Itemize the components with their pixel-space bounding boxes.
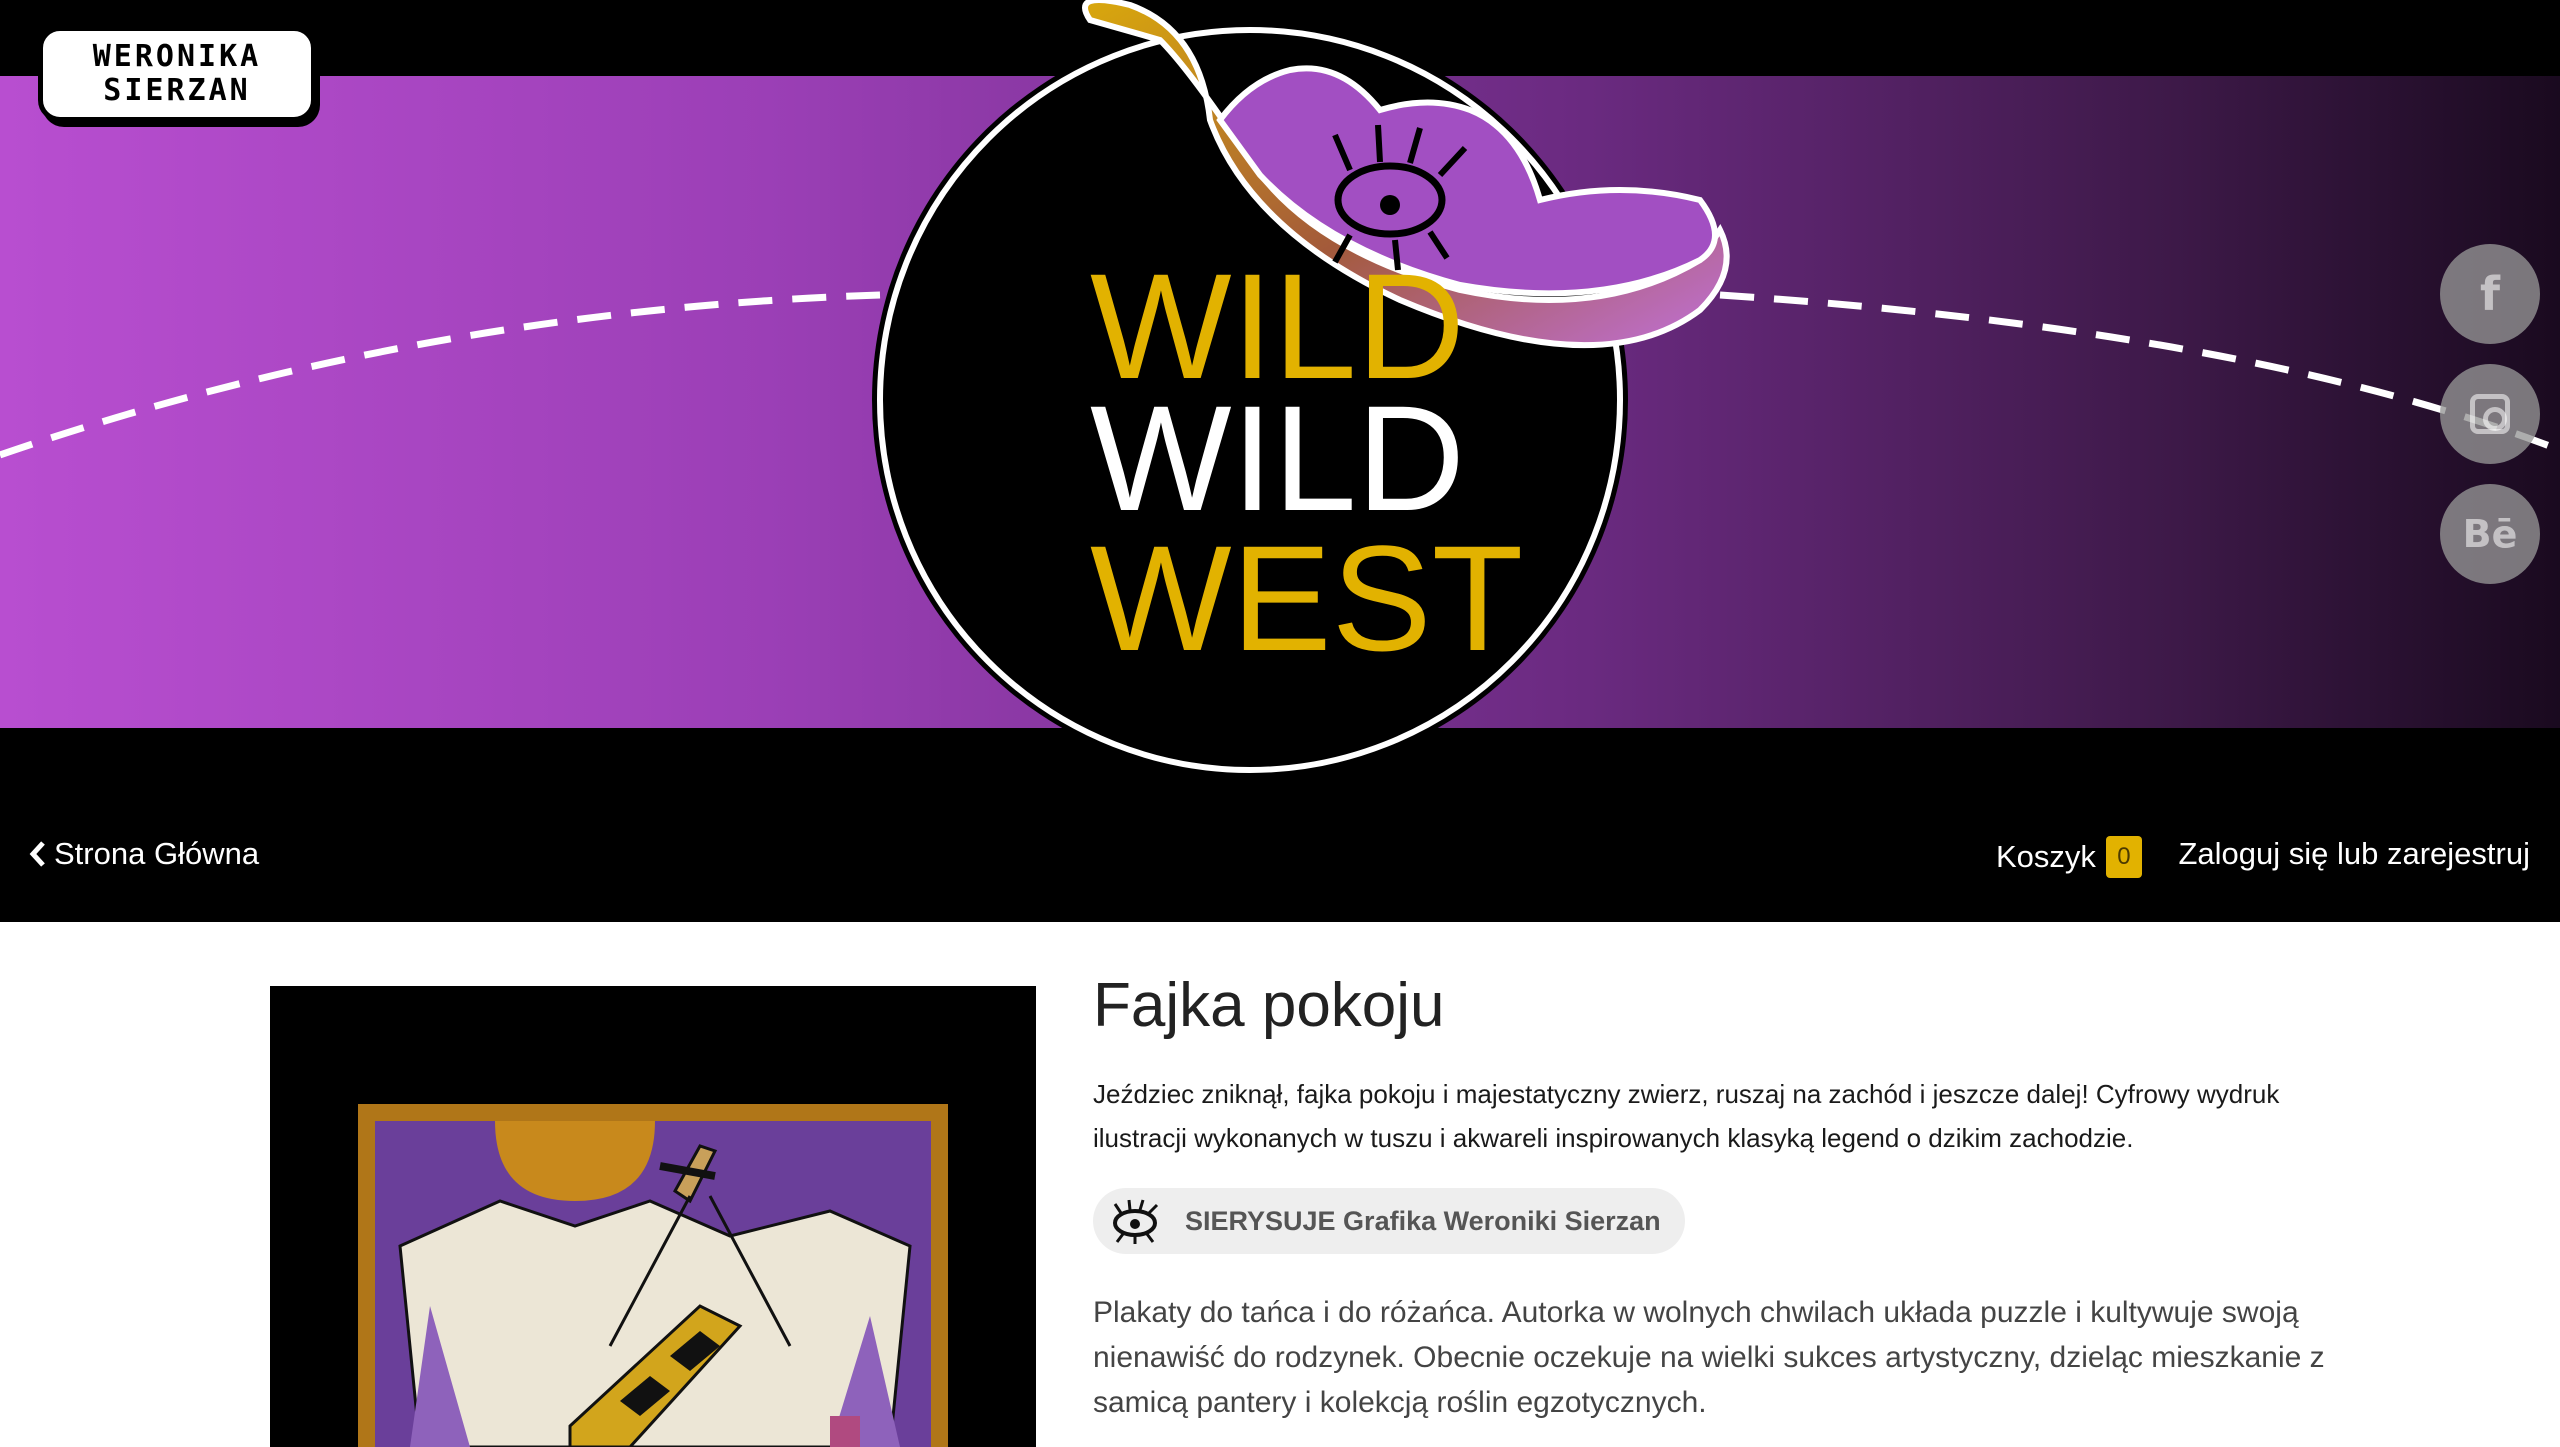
hero-banner: WILD WILD WEST WERONIKA SIERZAN f Bē Str… [0,0,2560,922]
behance-button[interactable]: Bē [2440,484,2540,584]
seller-link[interactable]: SIERYSUJE Grafika Weroniki Sierzan [1093,1188,1685,1254]
instagram-icon [2470,394,2510,434]
hero-title-line3: WEST [1090,514,1523,682]
product-bio: Plakaty do tańca i do różańca. Autorka w… [1093,1296,2325,1419]
chevron-left-icon [29,841,45,867]
cart-count-badge: 0 [2105,836,2142,878]
brand-logo[interactable]: WERONIKA SIERZAN [38,26,316,122]
cart-link[interactable]: Koszyk 0 [1996,836,2142,878]
brand-logo-line2: SIERZAN [103,73,251,108]
top-nav: Strona Główna Koszyk 0 Zaloguj się lub z… [0,800,2560,922]
product-illustration [270,986,1036,1447]
brand-logo-line1: WERONIKA [92,39,262,74]
login-register-link[interactable]: Zaloguj się lub zarejestruj [2178,836,2530,872]
home-link-label: Strona Główna [54,836,260,871]
eye-logo-icon [1113,1199,1159,1244]
instagram-button[interactable] [2440,364,2540,464]
home-link[interactable]: Strona Główna [28,836,259,872]
seller-name: SIERYSUJE Grafika Weroniki Sierzan [1185,1205,1661,1236]
product-image[interactable] [270,986,1036,1447]
facebook-icon: f [2479,267,2500,321]
facebook-button[interactable]: f [2440,244,2540,344]
behance-icon: Bē [2462,512,2518,556]
product-description: Jeździec zniknął, fajka pokoju i majesta… [1093,1079,2280,1153]
wild-wild-west-banner-art: WILD WILD WEST [0,0,2560,922]
cart-label: Koszyk [1996,839,2096,874]
product-title: Fajka pokoju [1093,971,1445,1040]
